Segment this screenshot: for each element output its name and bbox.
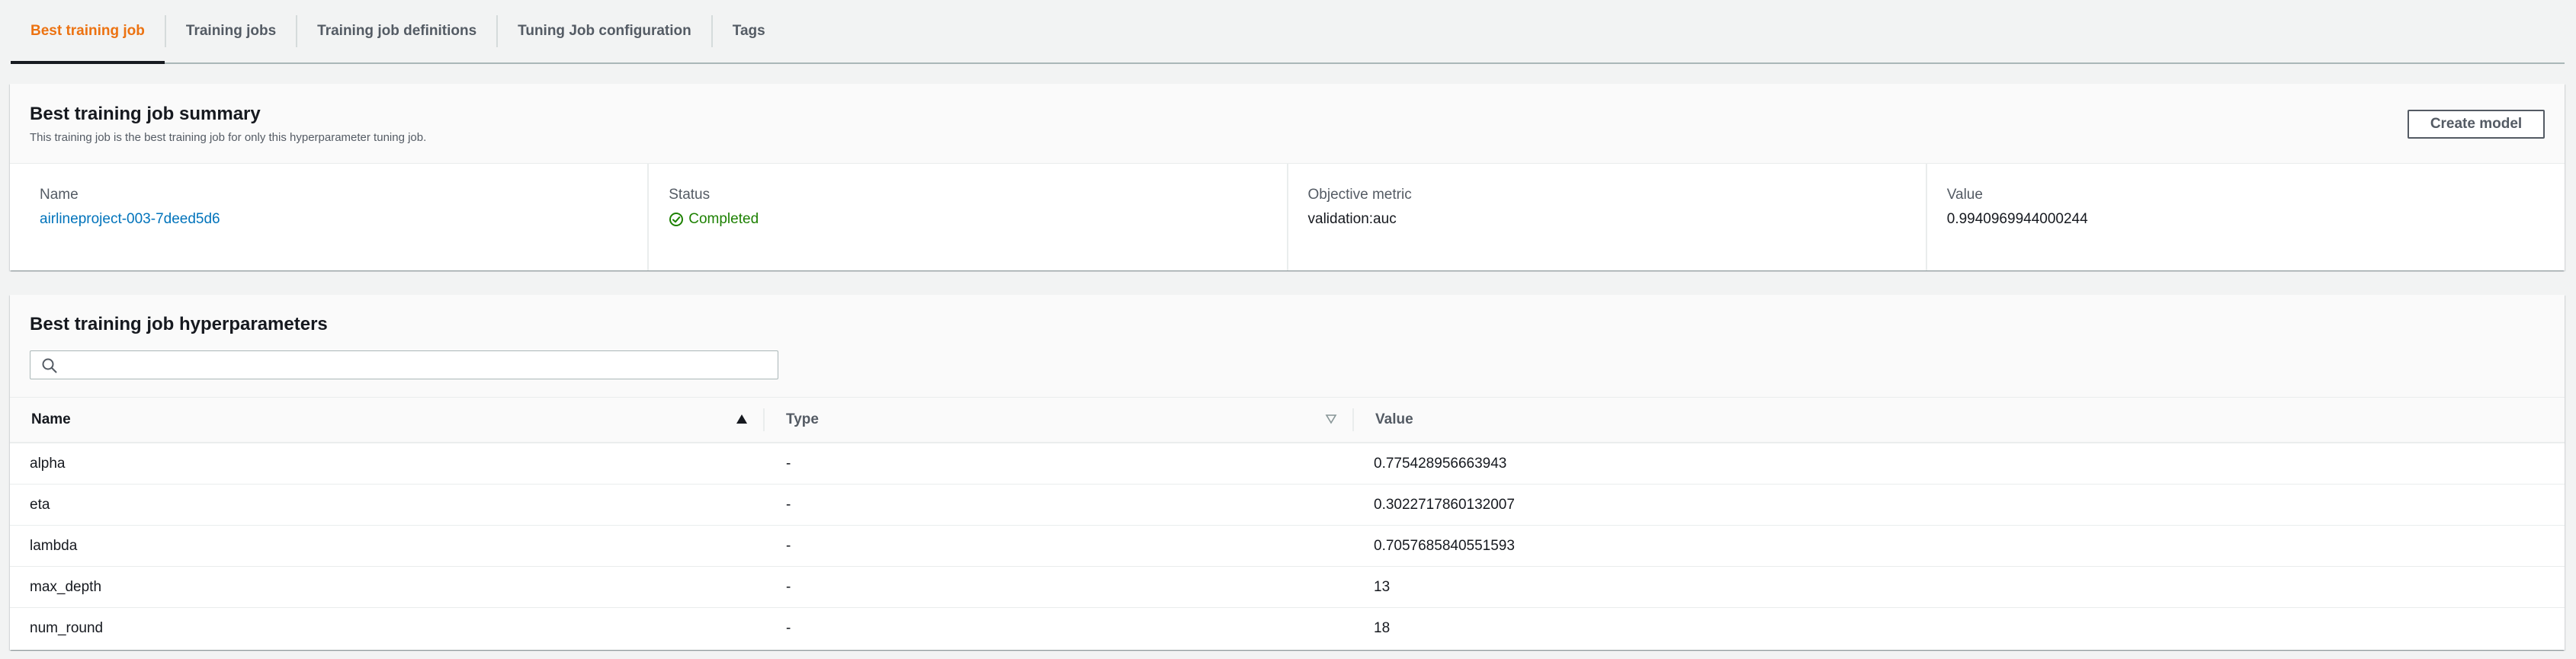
- column-header-name[interactable]: Name: [10, 398, 765, 442]
- hyperparameters-title: Best training job hyperparameters: [30, 314, 328, 334]
- cell-value: 0.775428956663943: [1374, 455, 1507, 472]
- cell-value: 0.7057685840551593: [1374, 537, 1515, 554]
- field-value-label: Value: [1946, 187, 1983, 203]
- status-value: Completed: [669, 211, 759, 228]
- column-header-type-label: Type: [786, 411, 819, 427]
- check-circle-icon: [669, 213, 684, 226]
- objective-value: 0.9940969944000244: [1946, 211, 2088, 227]
- tab-training-job-definitions[interactable]: Training job definitions: [297, 0, 496, 62]
- objective-metric-value: validation:auc: [1307, 211, 1397, 227]
- table-row: lambda - 0.7057685840551593: [10, 526, 2565, 567]
- summary-title: Best training job summary: [30, 104, 261, 124]
- summary-description: This training job is the best training j…: [30, 131, 427, 144]
- best-training-job-hyperparameters-panel: Best training job hyperparameters Name T…: [10, 295, 2565, 650]
- summary-fields: Name airlineproject-003-7deed5d6 Status …: [10, 164, 2565, 270]
- field-objective-metric-label: Objective metric: [1307, 187, 1412, 203]
- search-icon: [42, 358, 57, 373]
- cell-name: eta: [30, 496, 50, 513]
- cell-type: -: [786, 619, 791, 636]
- search-box[interactable]: [30, 350, 778, 380]
- field-objective-metric: Objective metric validation:auc: [1286, 164, 1926, 270]
- summary-header: Best training job summary This training …: [10, 84, 2565, 164]
- cell-value: 0.3022717860132007: [1374, 496, 1515, 513]
- table-header: Name Type Value: [10, 398, 2565, 443]
- status-text: Completed: [688, 211, 759, 227]
- tab-tuning-job-configuration[interactable]: Tuning Job configuration: [498, 0, 711, 62]
- cell-value: 18: [1374, 619, 1391, 636]
- column-header-type[interactable]: Type: [765, 398, 1354, 442]
- cell-name: lambda: [30, 537, 78, 554]
- tab-training-jobs[interactable]: Training jobs: [166, 0, 296, 62]
- cell-name: max_depth: [30, 578, 102, 595]
- cell-value: 13: [1374, 578, 1391, 595]
- create-model-button[interactable]: Create model: [2408, 110, 2545, 139]
- field-status-label: Status: [669, 187, 711, 203]
- cell-name: num_round: [30, 619, 104, 636]
- field-name-label: Name: [40, 187, 79, 203]
- tab-bar: Best training job Training jobs Training…: [11, 0, 2565, 64]
- cell-type: -: [786, 455, 791, 472]
- training-job-name-link[interactable]: airlineproject-003-7deed5d6: [40, 211, 220, 228]
- column-header-name-label: Name: [31, 411, 71, 427]
- tab-best-training-job[interactable]: Best training job: [11, 0, 165, 64]
- cell-type: -: [786, 537, 791, 554]
- cell-type: -: [786, 578, 791, 595]
- field-name: Name airlineproject-003-7deed5d6: [10, 164, 647, 270]
- table-row: num_round - 18: [10, 608, 2565, 648]
- best-training-job-summary-panel: Best training job summary This training …: [10, 84, 2565, 270]
- sort-ascending-icon: [736, 414, 747, 424]
- column-header-value[interactable]: Value: [1354, 398, 2565, 442]
- hyperparameters-table-body: alpha - 0.775428956663943 eta - 0.302271…: [10, 443, 2565, 648]
- column-header-value-label: Value: [1375, 411, 1413, 427]
- search-input[interactable]: [64, 351, 768, 380]
- field-value: Value 0.9940969944000244: [1925, 164, 2565, 270]
- table-row: alpha - 0.775428956663943: [10, 443, 2565, 485]
- hyperparameters-header: Best training job hyperparameters: [10, 295, 2565, 398]
- tab-tags[interactable]: Tags: [713, 0, 785, 62]
- sort-descending-icon: [1325, 414, 1337, 424]
- cell-type: -: [786, 496, 791, 513]
- table-row: eta - 0.3022717860132007: [10, 485, 2565, 526]
- field-status: Status Completed: [647, 164, 1286, 270]
- table-row: max_depth - 13: [10, 567, 2565, 608]
- cell-name: alpha: [30, 455, 66, 472]
